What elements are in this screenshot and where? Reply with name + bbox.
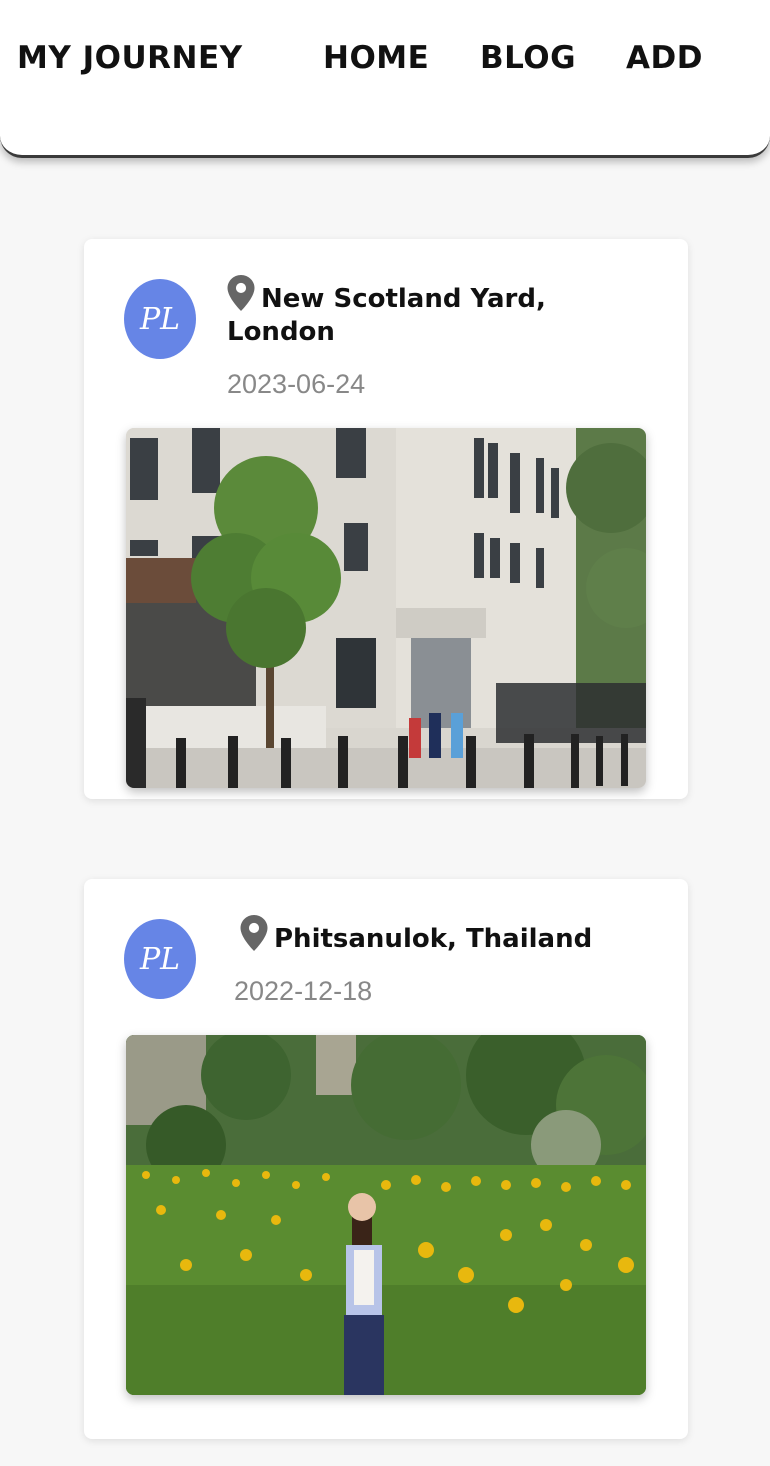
post-location-text: New Scotland Yard, London [227, 284, 546, 347]
building-photo-icon [126, 428, 646, 788]
nav-home-link[interactable]: HOME [323, 38, 429, 78]
nav-blog-link[interactable]: BLOG [480, 38, 576, 78]
journey-post-card[interactable]: PL New Scotland Yard, London 2023-06-24 [84, 239, 688, 799]
post-photo[interactable] [126, 428, 646, 788]
top-navbar: MY JOURNEY HOME BLOG ADD [0, 0, 770, 158]
sunflower-field-photo-icon [126, 1035, 646, 1395]
location-pin-icon [240, 915, 268, 951]
post-location-text: Phitsanulok, Thailand [274, 924, 593, 954]
journey-post-card[interactable]: PL Phitsanulok, Thailand 2022-12-18 [84, 879, 688, 1439]
brand-logo-text[interactable]: MY JOURNEY [17, 38, 243, 78]
post-photo[interactable] [126, 1035, 646, 1395]
post-location: Phitsanulok, Thailand [240, 915, 660, 956]
post-location: New Scotland Yard, London [227, 275, 607, 349]
nav-add-link[interactable]: ADD [626, 38, 703, 78]
avatar: PL [124, 919, 196, 999]
avatar: PL [124, 279, 196, 359]
location-pin-icon [227, 275, 255, 311]
post-date: 2022-12-18 [234, 976, 373, 1006]
post-date: 2023-06-24 [227, 369, 366, 399]
